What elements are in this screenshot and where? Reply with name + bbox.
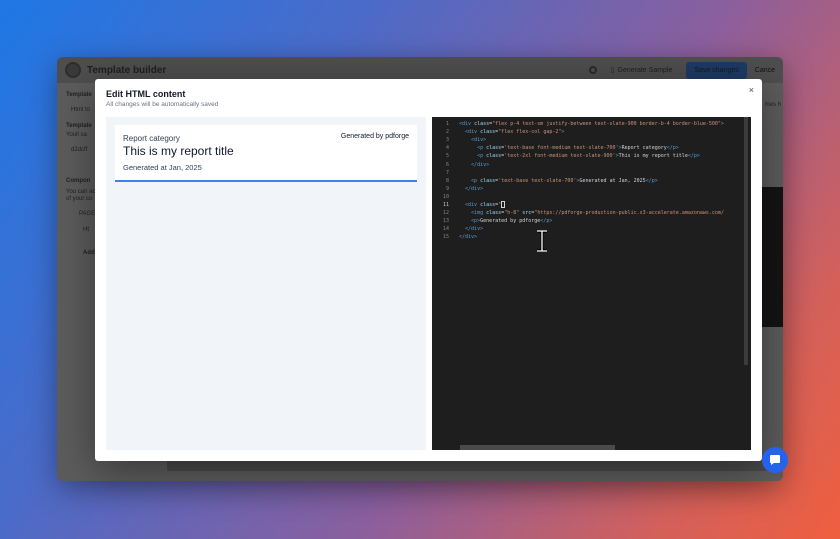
document-icon: ▯: [610, 67, 615, 74]
line-number: 4: [445, 145, 449, 152]
line-number: 5: [445, 153, 449, 160]
code-line[interactable]: 1 <div class="flex p-4 text-sm justify-be…: [432, 120, 751, 128]
line-number: 11: [442, 202, 449, 208]
sidebar-components-note-1: You can ad: [66, 189, 96, 195]
preview-title: This is my report title: [123, 144, 234, 158]
sidebar-html-item[interactable]: Ht: [83, 227, 89, 233]
sidebar-template-note: Youll sa: [66, 132, 87, 138]
line-code: <p class='text-2xl font-medium text-slat…: [477, 153, 700, 160]
line-number: 1: [445, 121, 449, 127]
code-line[interactable]: 3 <div>: [432, 136, 751, 144]
save-changes-button[interactable]: Save changes: [686, 61, 747, 79]
preview-date: Generated at Jan, 2025: [123, 163, 202, 172]
preview-generated-by: Generated by pdforge: [340, 133, 409, 140]
right-panel-text: mes h: [764, 102, 781, 108]
code-line[interactable]: 6 </div>: [432, 161, 751, 169]
preview-card: Report category Generated by pdforge Thi…: [115, 125, 417, 182]
line-code: </div>: [471, 161, 490, 168]
line-number: 6: [445, 161, 449, 168]
preview-category: Report category: [123, 134, 180, 143]
chat-button[interactable]: [762, 447, 788, 473]
line-code: <div class=": [459, 201, 506, 209]
line-number: 7: [445, 169, 449, 176]
sidebar-template-heading: Template: [66, 92, 92, 98]
gear-icon[interactable]: [588, 66, 597, 74]
line-number: 12: [442, 210, 449, 217]
horizontal-scrollbar[interactable]: [460, 445, 615, 450]
line-number: 9: [445, 185, 449, 192]
preview-panel: Report category Generated by pdforge Thi…: [106, 117, 426, 450]
code-line[interactable]: 7: [432, 169, 751, 177]
line-code: </div>: [465, 226, 484, 233]
cancel-button[interactable]: Cance: [755, 67, 775, 74]
line-code: <p class='text-base font-medium text-sla…: [477, 145, 679, 152]
code-line[interactable]: 14 </div>: [432, 225, 751, 233]
code-editor[interactable]: 1 <div class="flex p-4 text-sm justify-be…: [432, 117, 751, 450]
sidebar-template-id-heading: Template: [66, 123, 92, 129]
edit-html-modal: Edit HTML content All changes will be au…: [95, 79, 762, 461]
sidebar-components-note-2: of your co: [66, 196, 93, 202]
sidebar-components-heading: Compon: [66, 178, 91, 184]
line-code: <p class='text-base text-slate-700'>Gene…: [471, 177, 658, 184]
app-title: Template builder: [87, 64, 167, 76]
app-actions: ▯ Generate Sample Save changes Cance: [588, 61, 775, 79]
line-number: 13: [442, 218, 449, 225]
line-code: <p>Generated by pdforge</p>: [471, 218, 553, 225]
code-line[interactable]: 13 <p>Generated by pdforge</p>: [432, 217, 751, 225]
sidebar-template-id: d2dcff: [71, 147, 88, 153]
sidebar-html-option[interactable]: Html to: [71, 107, 90, 113]
line-number: 10: [442, 193, 449, 200]
line-code: </div>: [465, 185, 484, 192]
code-line[interactable]: 11 <div class=": [432, 201, 751, 209]
code-line[interactable]: 15 </div>: [432, 233, 751, 241]
generate-sample-button[interactable]: ▯ Generate Sample: [605, 63, 679, 77]
sidebar-add-button[interactable]: Add: [83, 250, 95, 256]
modal-title: Edit HTML content: [106, 89, 186, 99]
sidebar-page-item[interactable]: PAGE: [79, 211, 95, 217]
code-line[interactable]: 12 <img class="h-8" src="https://pdforge…: [432, 209, 751, 217]
close-icon[interactable]: ×: [749, 85, 754, 95]
right-dark-panel: [761, 187, 783, 327]
app-logo-icon: [65, 62, 81, 78]
chat-icon: [770, 455, 780, 465]
line-code: <div class="flex flex-col gap-2">: [465, 129, 565, 136]
line-number: 15: [442, 234, 449, 241]
line-code: </div>: [459, 234, 478, 241]
line-number: 2: [445, 129, 449, 136]
generate-sample-label: Generate Sample: [617, 66, 673, 74]
code-line[interactable]: 4 <p class='text-base font-medium text-s…: [432, 144, 751, 152]
line-code: <div>: [471, 137, 487, 144]
line-number: 14: [442, 226, 449, 233]
line-number: 8: [445, 177, 449, 184]
code-line[interactable]: 5 <p class='text-2xl font-medium text-sl…: [432, 152, 751, 160]
code-line[interactable]: 9 </div>: [432, 185, 751, 193]
code-line[interactable]: 8 <p class='text-base text-slate-700'>Ge…: [432, 177, 751, 185]
line-code: <div class="flex p-4 text-sm justify-bet…: [459, 121, 724, 127]
code-line[interactable]: 2 <div class="flex flex-col gap-2">: [432, 128, 751, 136]
modal-subtitle: All changes will be automatically saved: [106, 101, 219, 108]
line-code: <img class="h-8" src="https://pdforge-pr…: [471, 210, 724, 217]
code-line[interactable]: 10: [432, 193, 751, 201]
line-number: 3: [445, 137, 449, 144]
